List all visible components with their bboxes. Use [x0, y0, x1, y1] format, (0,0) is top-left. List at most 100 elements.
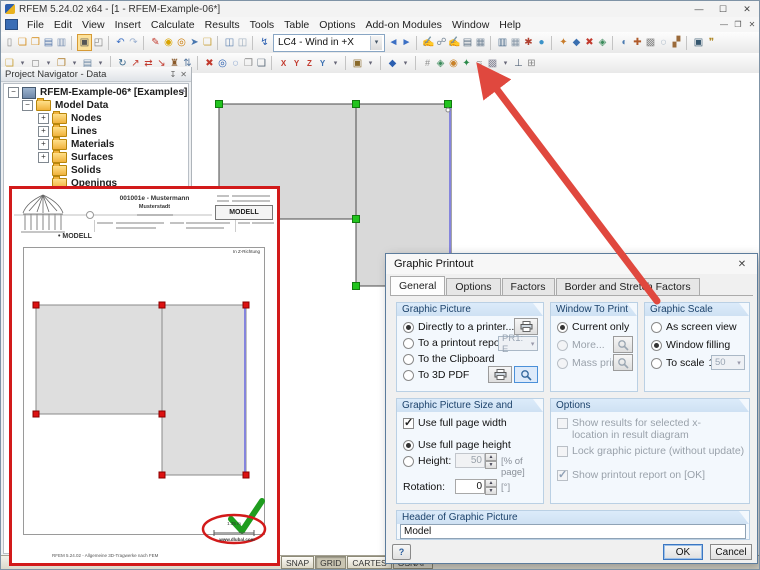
module-list-icon[interactable]: ◆ — [570, 35, 583, 50]
table-filter-icon[interactable]: ▦ — [509, 35, 522, 50]
numbering-icon[interactable]: # — [421, 56, 434, 71]
menu-options[interactable]: Options — [314, 19, 360, 31]
navigator-header[interactable]: Project Navigator - Data ↧ ✕ — [1, 67, 191, 82]
menu-insert[interactable]: Insert — [110, 19, 146, 31]
tab-border-stretch[interactable]: Border and Stretch Factors — [556, 278, 700, 295]
tree-expander-icon[interactable]: + — [38, 152, 49, 163]
dropdown-arrow-icon[interactable]: ▾ — [499, 56, 512, 71]
check-data-icon[interactable]: ☍ — [435, 35, 448, 50]
tree-item-materials[interactable]: + Materials — [4, 138, 188, 151]
table-hide-icon[interactable]: ◫ — [236, 35, 249, 50]
radio-icon[interactable] — [651, 358, 662, 369]
dropdown-arrow-icon[interactable]: ▾ — [329, 56, 342, 71]
animation-icon[interactable]: ▦ — [474, 35, 487, 50]
menu-edit[interactable]: Edit — [49, 19, 77, 31]
grid-toggle[interactable]: GRID — [315, 556, 346, 569]
views-icon[interactable]: ◐ — [618, 35, 631, 50]
module-favorites-icon[interactable]: ✦ — [557, 35, 570, 50]
checkbox-full-page-width[interactable]: Use full page width — [403, 417, 507, 429]
option-to-3d-pdf[interactable]: To 3D PDF — [403, 369, 469, 381]
redo-icon[interactable]: ↷ — [127, 35, 140, 50]
menu-addon-modules[interactable]: Add-on Modules — [360, 19, 446, 31]
cancel-button[interactable]: Cancel — [710, 544, 752, 560]
tree-item-lines[interactable]: + Lines — [4, 125, 188, 138]
radio-icon[interactable] — [403, 322, 414, 333]
pdf-printer-button[interactable] — [488, 366, 512, 383]
load-case-icon[interactable]: ↯ — [258, 35, 271, 50]
tree-item-nodes[interactable]: + Nodes — [4, 112, 188, 125]
dialog-title-bar[interactable]: Graphic Printout — [386, 254, 757, 274]
save-model-icon[interactable]: ▤ — [42, 35, 55, 50]
isometric-view-icon[interactable]: ❑ — [255, 56, 268, 71]
rotation-spinner[interactable]: 0 ▲▼ — [455, 479, 485, 494]
radio-icon[interactable] — [403, 440, 414, 451]
delete-object-icon[interactable]: ✖ — [203, 56, 216, 71]
comment-icon[interactable]: ❞ — [705, 35, 718, 50]
open-model-icon[interactable]: ❏ — [16, 35, 29, 50]
tab-options[interactable]: Options — [446, 278, 500, 295]
tree-item-model-data[interactable]: − Model Data — [4, 99, 188, 112]
tree-item-surfaces[interactable]: + Surfaces — [4, 151, 188, 164]
menu-window[interactable]: Window — [447, 19, 494, 31]
view-in-minus-y-icon[interactable]: Y — [316, 56, 329, 71]
print-preview-icon[interactable]: ◰ — [92, 35, 105, 50]
radio-icon[interactable] — [403, 338, 414, 349]
radio-icon[interactable] — [403, 456, 414, 467]
results-on-icon[interactable]: ✍ — [448, 35, 461, 50]
mdi-restore-button[interactable]: ❐ — [731, 20, 745, 29]
new-model-icon[interactable]: ▯ — [3, 35, 16, 50]
help-button[interactable]: ? — [392, 544, 411, 560]
menu-tools[interactable]: Tools — [245, 19, 280, 31]
dialog-close-icon[interactable]: ✕ — [729, 256, 755, 272]
view-in-z-icon[interactable]: Z — [303, 56, 316, 71]
view-in-x-icon[interactable]: X — [277, 56, 290, 71]
table-show-icon[interactable]: ◫ — [223, 35, 236, 50]
menu-results[interactable]: Results — [200, 19, 245, 31]
section-icon[interactable]: ⊥ — [512, 56, 525, 71]
tab-general[interactable]: General — [390, 276, 445, 295]
option-to-scale[interactable]: To scale 1: — [651, 357, 717, 369]
snap-icon[interactable]: ◌ — [657, 35, 670, 50]
open-example-icon[interactable]: ❒ — [29, 35, 42, 50]
minimize-button[interactable]: — — [687, 1, 711, 17]
previous-load-case-icon[interactable]: ◄ — [387, 35, 400, 50]
save-all-icon[interactable]: ▥ — [55, 35, 68, 50]
radio-icon[interactable] — [403, 370, 414, 381]
next-load-case-icon[interactable]: ► — [400, 35, 413, 50]
menu-file[interactable]: File — [22, 19, 49, 31]
scale-value-combo[interactable]: 50 — [711, 355, 745, 370]
render-wire-icon[interactable]: ≈ — [473, 56, 486, 71]
option-full-page-height[interactable]: Use full page height — [403, 439, 511, 451]
spinner-arrows-icon[interactable]: ▲▼ — [485, 479, 497, 494]
tree-expander-icon[interactable]: + — [38, 126, 49, 137]
partial-view-icon[interactable]: ▩ — [486, 56, 499, 71]
tree-expander-icon[interactable]: − — [22, 100, 33, 111]
zoom-out-icon[interactable]: ◌ — [229, 56, 242, 71]
undo-icon[interactable]: ↶ — [114, 35, 127, 50]
calculation-icon[interactable]: ✍ — [422, 35, 435, 50]
radio-icon[interactable] — [651, 340, 662, 351]
axes-icon[interactable]: ✚ — [631, 35, 644, 50]
option-printout-report[interactable]: To a printout report: — [403, 337, 509, 349]
menu-calculate[interactable]: Calculate — [146, 19, 200, 31]
tree-item-project[interactable]: − RFEM-Example-06* [Examples] — [4, 86, 188, 99]
radio-icon[interactable] — [557, 322, 568, 333]
select-pointer-icon[interactable]: ➤ — [188, 35, 201, 50]
header-text-input[interactable]: Model — [400, 524, 746, 539]
mdi-child-icon[interactable] — [5, 19, 18, 30]
dropdown-arrow-icon[interactable]: ▾ — [399, 56, 412, 71]
visibility-icon[interactable]: ◆ — [386, 56, 399, 71]
zoom-window-icon[interactable]: ❐ — [242, 56, 255, 71]
settings-icon[interactable]: ✱ — [522, 35, 535, 50]
mdi-minimize-button[interactable]: — — [717, 20, 731, 29]
radio-icon[interactable] — [403, 354, 414, 365]
option-height[interactable]: Height: — [403, 455, 451, 467]
tree-expander-icon[interactable]: − — [8, 87, 19, 98]
zoom-in-icon[interactable]: ◎ — [216, 56, 229, 71]
display-properties-icon[interactable]: ◈ — [434, 56, 447, 71]
render-mode-icon[interactable]: ◎ — [175, 35, 188, 50]
delete-results-icon[interactable]: ✖ — [583, 35, 596, 50]
model-check-icon[interactable]: ◈ — [596, 35, 609, 50]
dropdown-arrow-icon[interactable]: ▾ — [364, 56, 377, 71]
color-scale-icon[interactable]: ◉ — [447, 56, 460, 71]
